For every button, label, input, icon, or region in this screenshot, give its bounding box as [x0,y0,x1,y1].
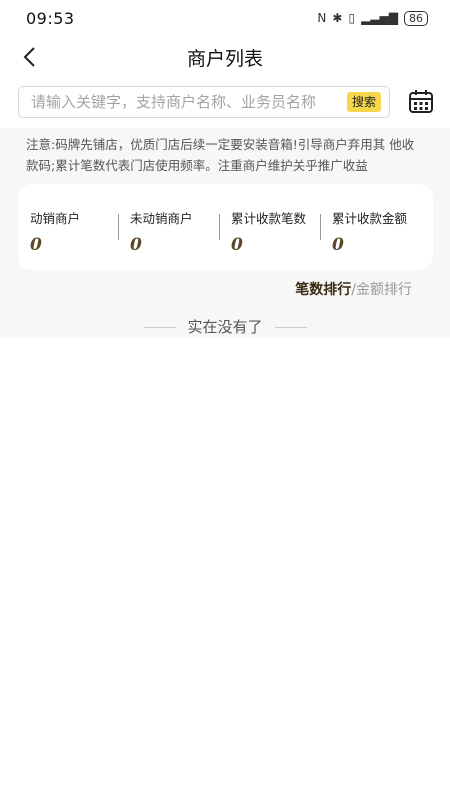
calendar-button[interactable] [408,89,436,117]
sort-by-amount[interactable]: 金额排行 [356,282,412,298]
nfc-icon: N [317,11,327,25]
stat-label: 未动销商户 [130,211,193,226]
list-end-indicator: 实在没有了 [0,316,450,338]
nav-bar: 商户列表 [0,36,450,80]
stat-label: 累计收款金额 [332,211,408,226]
stat-value: 0 [332,235,344,255]
search-input[interactable] [31,91,331,113]
list-end-text: 实在没有了 [187,318,263,336]
stat-value: 0 [30,235,42,255]
stat-value: 0 [130,235,142,255]
stat-total-transactions: 累计收款笔数 0 [231,208,306,255]
search-box: 搜索 [18,86,390,118]
stat-value: 0 [231,235,243,255]
status-icons: N ✱ ▯ ▂▃▅▇ 86 [317,10,428,26]
stat-label: 动销商户 [30,211,81,226]
end-line-right [275,327,307,328]
search-row: 搜索 [0,80,450,128]
search-button[interactable]: 搜索 [346,92,381,112]
vibrate-icon: ▯ [348,11,356,25]
list-area [0,338,450,800]
calendar-icon [409,90,433,113]
stat-label: 累计收款笔数 [231,211,307,226]
page-title: 商户列表 [186,48,263,70]
end-line-left [144,327,176,328]
status-bar: 09:53 N ✱ ▯ ▂▃▅▇ 86 [0,0,450,36]
notice-text: 注意:码牌先铺店，优质门店后续一定要安装音箱!引导商户弃用其 他收款码;累计笔数… [26,137,415,173]
stat-total-amount: 累计收款金额 0 [332,208,407,255]
sort-by-count[interactable]: 笔数排行 [295,282,351,298]
stat-inactive-merchants: 未动销商户 0 [130,208,193,255]
stat-active-merchants: 动销商户 0 [30,208,80,255]
stats-card: 动销商户 0 未动销商户 0 累计收款笔数 0 累计收款金额 0 [18,184,433,270]
sort-toggle: 笔数排行/金额排行 [295,279,412,299]
bluetooth-icon: ✱ [332,11,343,25]
stat-divider [219,214,220,240]
stat-divider [118,214,119,240]
stat-divider [320,214,321,240]
battery-icon: 86 [404,10,428,26]
status-time: 09:53 [26,8,75,28]
signal-icon: ▂▃▅▇ [361,11,398,25]
